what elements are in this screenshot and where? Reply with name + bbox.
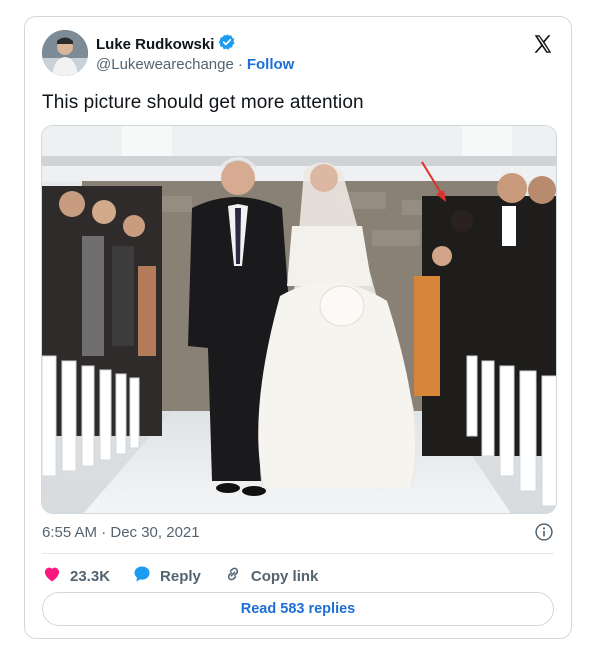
heart-icon	[42, 564, 62, 588]
separator-dot: ·	[237, 56, 243, 73]
reply-button[interactable]: Reply	[132, 564, 201, 588]
read-replies-button[interactable]: Read 583 replies	[42, 592, 554, 626]
avatar[interactable]	[42, 30, 88, 76]
speech-bubble-icon	[132, 564, 152, 588]
tweet-timestamp[interactable]: 6:55 AM · Dec 30, 2021	[42, 524, 200, 541]
tweet-photo[interactable]	[41, 125, 557, 514]
divider	[42, 553, 554, 554]
tweet-text: This picture should get more attention	[42, 92, 364, 113]
copy-link-label: Copy link	[250, 567, 319, 585]
author-name-row: Luke Rudkowski	[96, 33, 236, 56]
link-icon	[223, 564, 243, 588]
copy-link-button[interactable]: Copy link	[223, 564, 319, 588]
author-handle[interactable]: @Lukewearechange	[96, 56, 234, 73]
tweet-card: Luke Rudkowski @Lukewearechange · Follow T…	[24, 16, 572, 639]
info-icon[interactable]	[534, 522, 554, 542]
author-handle-row: @Lukewearechange · Follow	[96, 56, 294, 73]
verified-badge-icon	[218, 33, 236, 56]
x-logo-icon[interactable]	[532, 33, 554, 55]
author-name[interactable]: Luke Rudkowski	[96, 36, 214, 53]
follow-button[interactable]: Follow	[247, 56, 295, 73]
like-count: 23.3K	[70, 567, 111, 585]
reply-label: Reply	[160, 567, 201, 585]
like-button[interactable]: 23.3K	[42, 564, 110, 588]
action-bar: 23.3K Reply Copy link	[42, 564, 340, 588]
